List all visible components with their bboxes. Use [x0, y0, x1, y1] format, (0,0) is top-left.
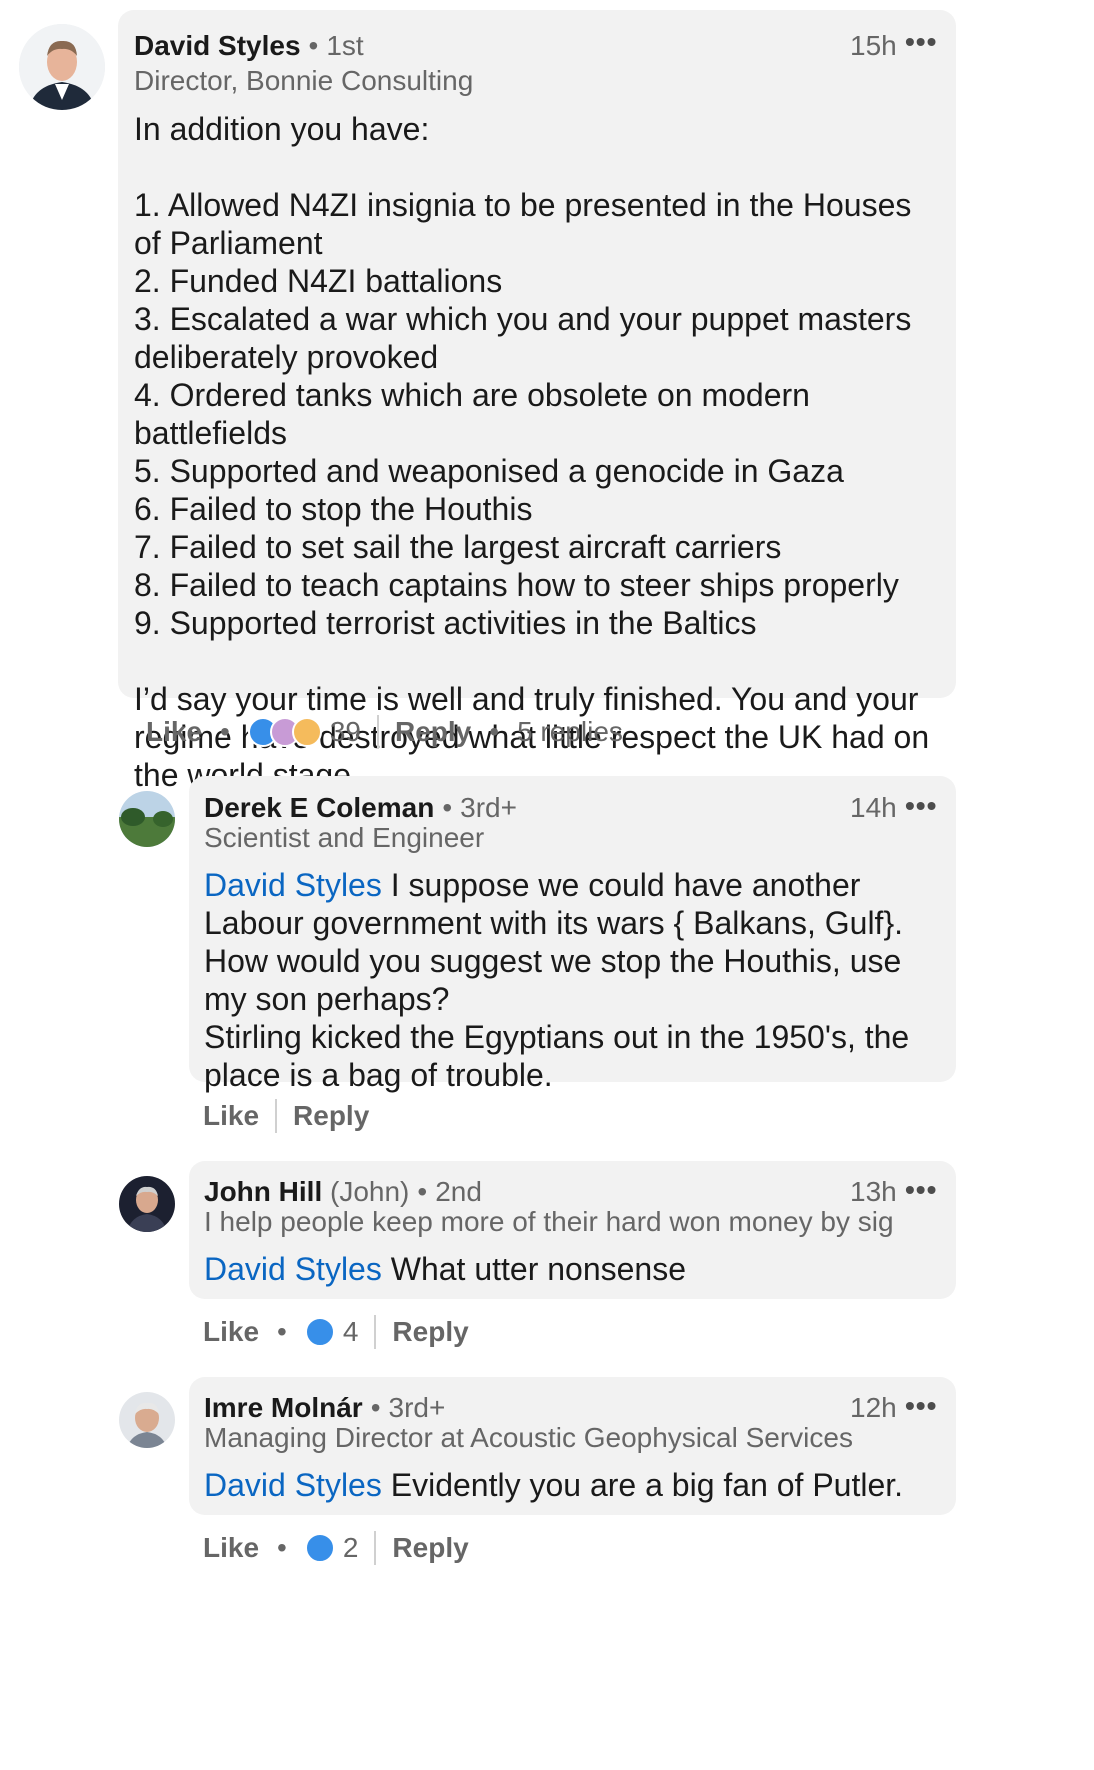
- reply-button[interactable]: Reply: [392, 1532, 468, 1564]
- connection-degree: 2nd: [435, 1176, 482, 1207]
- like-reaction-icon: [304, 1317, 335, 1347]
- more-horizontal-icon[interactable]: •••: [905, 1174, 937, 1206]
- reaction-count: 39: [329, 716, 361, 747]
- timestamp: 15h: [850, 30, 897, 61]
- mention-link[interactable]: David Styles: [204, 1467, 382, 1503]
- insightful-reaction-icon: [291, 717, 322, 747]
- reactions-summary[interactable]: 4: [304, 1316, 359, 1348]
- divider: [275, 1099, 278, 1133]
- like-button[interactable]: Like: [203, 1316, 259, 1348]
- reaction-count: 2: [342, 1532, 359, 1563]
- like-button[interactable]: Like: [203, 1532, 259, 1564]
- divider: [377, 715, 379, 749]
- author-name[interactable]: Imre Molnár: [204, 1392, 363, 1423]
- author-alias: (John): [330, 1176, 410, 1207]
- connection-degree: 3rd+: [460, 792, 517, 823]
- author-line: Imre Molnár • 3rd+: [204, 1392, 445, 1424]
- comment-actions: Like • 4 Reply: [203, 1312, 469, 1352]
- author-line: John Hill (John) • 2nd: [204, 1176, 482, 1208]
- timestamp: 14h: [850, 792, 897, 823]
- author-line: Derek E Coleman • 3rd+: [204, 792, 517, 824]
- comment-body: Evidently you are a big fan of Putler.: [381, 1467, 904, 1503]
- like-button[interactable]: Like: [146, 716, 202, 748]
- mention-link[interactable]: David Styles: [204, 867, 382, 903]
- comment-text: In addition you have: 1. Allowed N4ZI in…: [134, 111, 930, 793]
- more-horizontal-icon[interactable]: •••: [905, 26, 937, 58]
- connection-degree: 1st: [326, 30, 364, 61]
- comment-text: David Styles I suppose we could have ano…: [204, 866, 944, 1094]
- more-horizontal-icon[interactable]: •••: [905, 1390, 937, 1422]
- person-photo-icon: [119, 1176, 175, 1232]
- person-photo-icon: [119, 1392, 175, 1448]
- author-name[interactable]: David Styles: [134, 30, 301, 61]
- divider: [374, 1531, 377, 1565]
- timestamp: 12h: [850, 1392, 897, 1423]
- more-horizontal-icon[interactable]: •••: [905, 790, 937, 822]
- avatar[interactable]: [19, 24, 105, 110]
- separator-dot: •: [277, 1532, 287, 1563]
- reaction-count: 4: [342, 1316, 359, 1347]
- comment-actions: Like • 2 Reply: [203, 1528, 469, 1568]
- like-reaction-icon: [304, 1533, 335, 1563]
- reply-button[interactable]: Reply: [392, 1316, 468, 1348]
- reactions-summary[interactable]: 39: [247, 716, 361, 748]
- comment-actions: Like Reply: [203, 1096, 369, 1136]
- reply-button[interactable]: Reply: [395, 716, 471, 748]
- landscape-photo-icon: [119, 791, 175, 847]
- author-headline: Managing Director at Acoustic Geophysica…: [204, 1422, 853, 1453]
- author-line: David Styles • 1st: [134, 30, 364, 62]
- separator-dot: •: [220, 716, 230, 747]
- connection-degree: 3rd+: [388, 1392, 446, 1423]
- mention-link[interactable]: David Styles: [204, 1251, 382, 1287]
- comment-text: David Styles What utter nonsense: [204, 1250, 944, 1288]
- separator-dot: •: [417, 1176, 428, 1207]
- separator-dot: •: [277, 1316, 287, 1347]
- replies-count-link[interactable]: 5 replies: [517, 716, 623, 748]
- author-headline: I help people keep more of their hard wo…: [204, 1206, 894, 1237]
- avatar[interactable]: [119, 1392, 175, 1448]
- avatar[interactable]: [119, 1176, 175, 1232]
- comment-actions: Like • 39 Reply • 5 replies: [146, 712, 623, 752]
- comment-text: David Styles Evidently you are a big fan…: [204, 1466, 944, 1504]
- author-name[interactable]: Derek E Coleman: [204, 792, 434, 823]
- like-button[interactable]: Like: [203, 1100, 259, 1132]
- reactions-summary[interactable]: 2: [304, 1532, 359, 1564]
- separator-dot: •: [489, 716, 500, 747]
- author-headline: Director, Bonnie Consulting: [134, 65, 474, 96]
- divider: [374, 1315, 377, 1349]
- timestamp: 13h: [850, 1176, 897, 1207]
- author-headline: Scientist and Engineer: [204, 822, 485, 853]
- separator-dot: •: [308, 30, 319, 61]
- separator-dot: •: [370, 1392, 381, 1423]
- avatar[interactable]: [119, 791, 175, 847]
- comment-body: What utter nonsense: [381, 1251, 687, 1287]
- separator-dot: •: [442, 792, 453, 823]
- reply-button[interactable]: Reply: [293, 1100, 369, 1132]
- author-name[interactable]: John Hill: [204, 1176, 322, 1207]
- person-photo-icon: [19, 24, 105, 110]
